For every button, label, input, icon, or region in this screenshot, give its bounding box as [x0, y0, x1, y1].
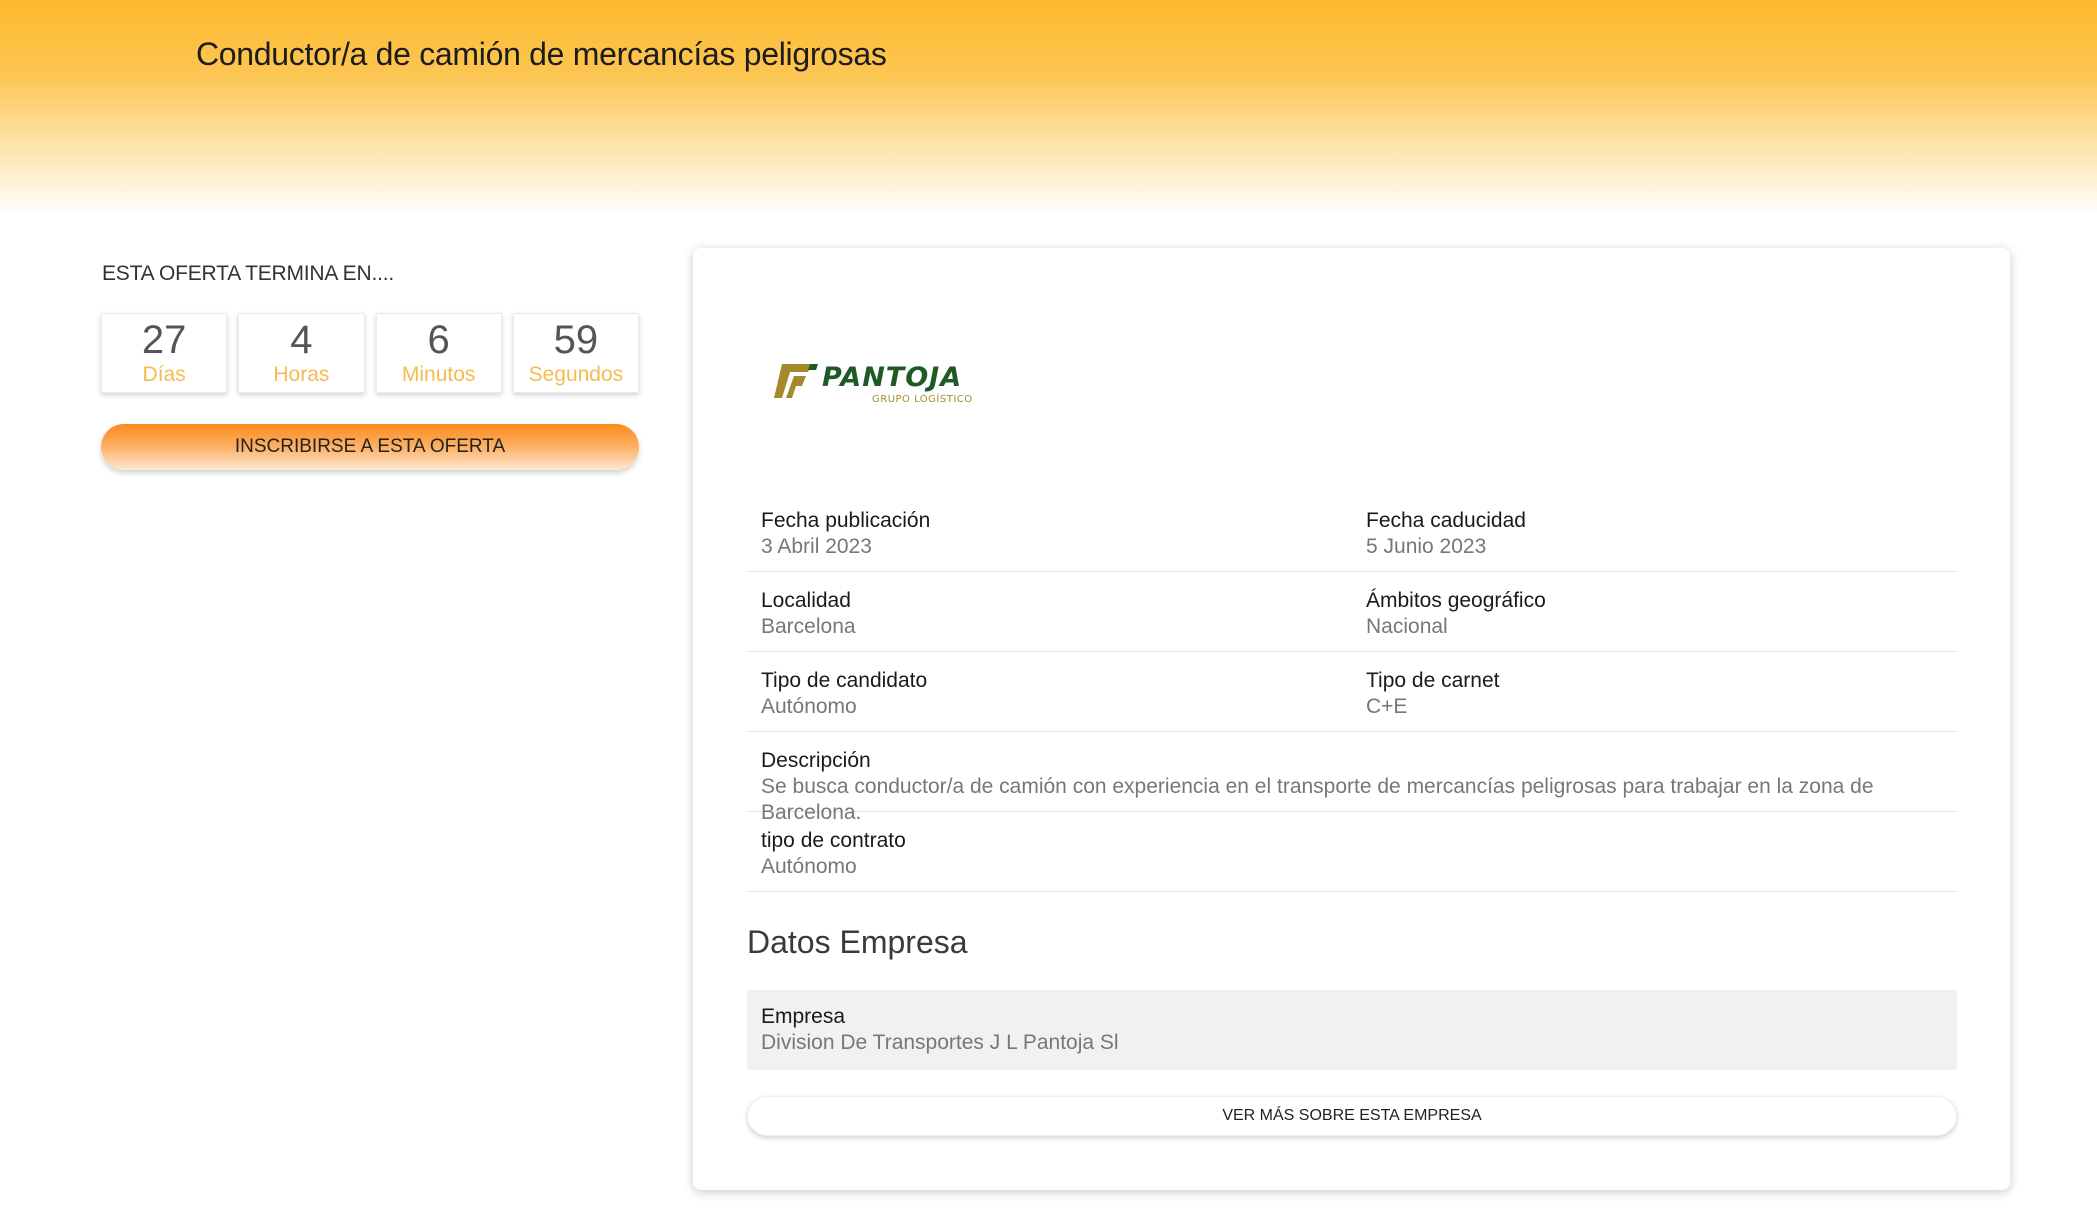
field-label: Localidad	[761, 589, 851, 612]
field-label: tipo de contrato	[761, 829, 906, 852]
company-logo: PANTOJA GRUPO LOGÍSTICO	[772, 356, 992, 416]
field-label: Descripción	[761, 749, 871, 772]
details-row: Descripción Se busca conductor/a de cami…	[747, 732, 1957, 824]
details-row: tipo de contrato Autónomo	[747, 812, 1957, 892]
countdown-timer: 27 Días 4 Horas 6 Minutos 59 Segundos	[101, 313, 639, 393]
company-section-title: Datos Empresa	[747, 924, 968, 960]
candidate-type-field: Tipo de candidato Autónomo	[747, 652, 1352, 731]
field-label: Fecha caducidad	[1366, 509, 1526, 532]
more-about-company-button[interactable]: VER MÁS SOBRE ESTA EMPRESA	[747, 1096, 1957, 1136]
field-value: 5 Junio 2023	[1366, 535, 1487, 558]
countdown-value: 6	[427, 318, 450, 362]
field-label: Tipo de carnet	[1366, 669, 1500, 692]
pantoja-emblem-icon	[774, 364, 818, 398]
field-label: Tipo de candidato	[761, 669, 928, 692]
contract-type-field: tipo de contrato Autónomo	[747, 812, 1957, 891]
location-field: Localidad Barcelona	[747, 572, 1352, 651]
countdown-days: 27 Días	[101, 313, 228, 393]
job-offer-card: PANTOJA GRUPO LOGÍSTICO Fecha publicació…	[693, 248, 2010, 1190]
field-label: Empresa	[761, 1005, 846, 1028]
company-field: Empresa Division De Transportes J L Pant…	[747, 990, 1957, 1070]
details-row: Localidad Barcelona Ámbitos geográfico N…	[747, 572, 1957, 652]
description-field: Descripción Se busca conductor/a de cami…	[747, 732, 1957, 824]
countdown-seconds: 59 Segundos	[512, 313, 639, 393]
field-value: Autónomo	[761, 695, 857, 718]
countdown-value: 4	[290, 318, 313, 362]
field-label: Ámbitos geográfico	[1366, 589, 1546, 612]
countdown-unit-label: Días	[142, 363, 186, 386]
countdown-unit-label: Minutos	[401, 363, 476, 386]
publication-date-field: Fecha publicación 3 Abril 2023	[747, 492, 1352, 571]
countdown-title: ESTA OFERTA TERMINA EN....	[102, 262, 394, 285]
countdown-unit-label: Horas	[273, 363, 330, 386]
field-label: Fecha publicación	[761, 509, 931, 532]
field-value: Barcelona	[761, 615, 856, 638]
field-value: C+E	[1366, 695, 1408, 718]
field-value: Nacional	[1366, 615, 1448, 638]
field-value: Division De Transportes J L Pantoja Sl	[761, 1031, 1119, 1054]
geographic-scope-field: Ámbitos geográfico Nacional	[1352, 572, 1957, 651]
field-value: 3 Abril 2023	[761, 535, 872, 558]
logo-wordmark: PANTOJA	[822, 362, 963, 393]
page-header: Conductor/a de camión de mercancías peli…	[0, 0, 2097, 215]
apply-offer-button[interactable]: INSCRIBIRSE A ESTA OFERTA	[101, 424, 639, 470]
countdown-hours: 4 Horas	[238, 313, 365, 393]
page-title: Conductor/a de camión de mercancías peli…	[196, 36, 887, 72]
field-value: Autónomo	[761, 855, 857, 878]
license-type-field: Tipo de carnet C+E	[1352, 652, 1957, 731]
offer-details: Fecha publicación 3 Abril 2023 Fecha cad…	[747, 492, 1957, 892]
countdown-value: 27	[141, 318, 187, 362]
countdown-unit-label: Segundos	[528, 363, 624, 386]
logo-subtitle: GRUPO LOGÍSTICO	[872, 394, 973, 405]
details-row: Tipo de candidato Autónomo Tipo de carne…	[747, 652, 1957, 732]
expiry-date-field: Fecha caducidad 5 Junio 2023	[1352, 492, 1957, 571]
details-row: Fecha publicación 3 Abril 2023 Fecha cad…	[747, 492, 1957, 572]
countdown-value: 59	[553, 318, 599, 362]
countdown-minutes: 6 Minutos	[375, 313, 502, 393]
